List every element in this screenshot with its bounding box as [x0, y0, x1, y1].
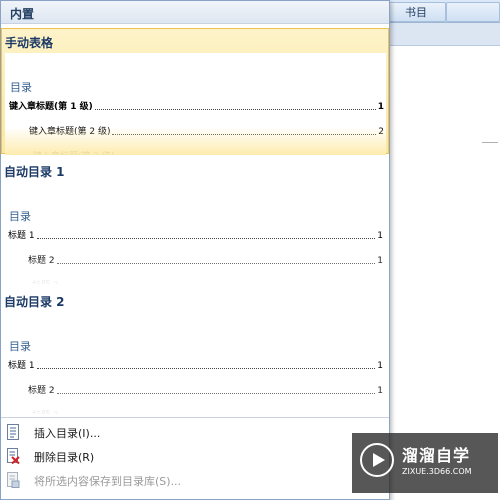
toc-preview: 目录 键入章标题(第 1 级)1 键入章标题(第 2 级)2 键入章标题(第 3… — [5, 53, 386, 155]
gallery-item-auto-toc-2[interactable]: 自动目录 2 目录 标题 11 标题 21 标题 3 — [1, 288, 389, 414]
gallery-item-title: 自动目录 1 — [4, 165, 65, 179]
toc-preview-heading: 目录 — [10, 81, 32, 94]
toc-preview-row: 标题 21 — [28, 256, 383, 266]
toc-preview-row: 标题 21 — [28, 386, 383, 396]
watermark-url: ZIXUE.3D66.COM — [402, 467, 472, 476]
watermark-title: 溜溜自学 — [402, 446, 471, 465]
play-icon — [360, 443, 394, 477]
toc-preview-heading: 目录 — [9, 210, 31, 223]
delete-toc-menu-item[interactable]: 删除目录(R) — [1, 444, 389, 468]
save-selection-menu-item[interactable]: 将所选内容保存到目录库(S)... — [1, 468, 389, 492]
toc-preview-row-partial: 标题 3 — [32, 278, 142, 284]
gallery-item-manual-table[interactable]: 手动表格 目录 键入章标题(第 1 级)1 键入章标题(第 2 级)2 键入章标… — [1, 28, 389, 155]
gallery-item-title: 自动目录 2 — [4, 295, 65, 309]
save-to-gallery-icon — [7, 472, 20, 488]
menu-item-label: 插入目录(I)... — [34, 427, 101, 440]
menu-divider — [1, 417, 389, 418]
ribbon-strip — [386, 23, 500, 46]
menu-item-label: 将所选内容保存到目录库(S)... — [34, 475, 182, 488]
toc-preview-row: 键入章标题(第 2 级) 2 — [29, 127, 384, 137]
toc-preview-row: 标题 11 — [8, 361, 383, 371]
gallery-item-title: 手动表格 — [5, 36, 54, 50]
insert-toc-menu-item[interactable]: 插入目录(I)... — [1, 420, 389, 444]
toc-preview-row: 键入章标题(第 1 级) 1 — [9, 102, 384, 112]
gallery-item-auto-toc-1[interactable]: 自动目录 1 目录 标题 11 标题 21 标题 3 — [1, 158, 389, 284]
category-label: 内置 — [10, 7, 35, 21]
delete-document-icon — [7, 448, 20, 464]
toc-preview: 目录 标题 11 标题 21 标题 3 — [4, 312, 385, 414]
ribbon-tab-label: 书目 — [405, 6, 427, 19]
menu-item-label: 删除目录(R) — [34, 451, 95, 464]
toc-dropdown-panel: 内置 手动表格 目录 键入章标题(第 1 级)1 键入章标题(第 2 级)2 键… — [0, 0, 390, 500]
toc-preview: 目录 标题 11 标题 21 标题 3 — [4, 182, 385, 284]
watermark: 溜溜自学 ZIXUE.3D66.COM — [352, 433, 498, 493]
gallery-category-header: 内置 — [1, 1, 389, 24]
ribbon-tab[interactable]: 书目 — [386, 2, 446, 22]
document-icon — [7, 424, 19, 440]
toc-preview-heading: 目录 — [9, 340, 31, 353]
toc-preview-row-partial: 标题 3 — [32, 408, 142, 414]
ruler-mark — [482, 142, 498, 143]
toc-preview-row-partial: 键入章标题(第 3 级) — [33, 149, 143, 155]
toc-preview-row: 标题 11 — [8, 231, 383, 241]
ribbon-tab-blank[interactable] — [446, 2, 500, 22]
